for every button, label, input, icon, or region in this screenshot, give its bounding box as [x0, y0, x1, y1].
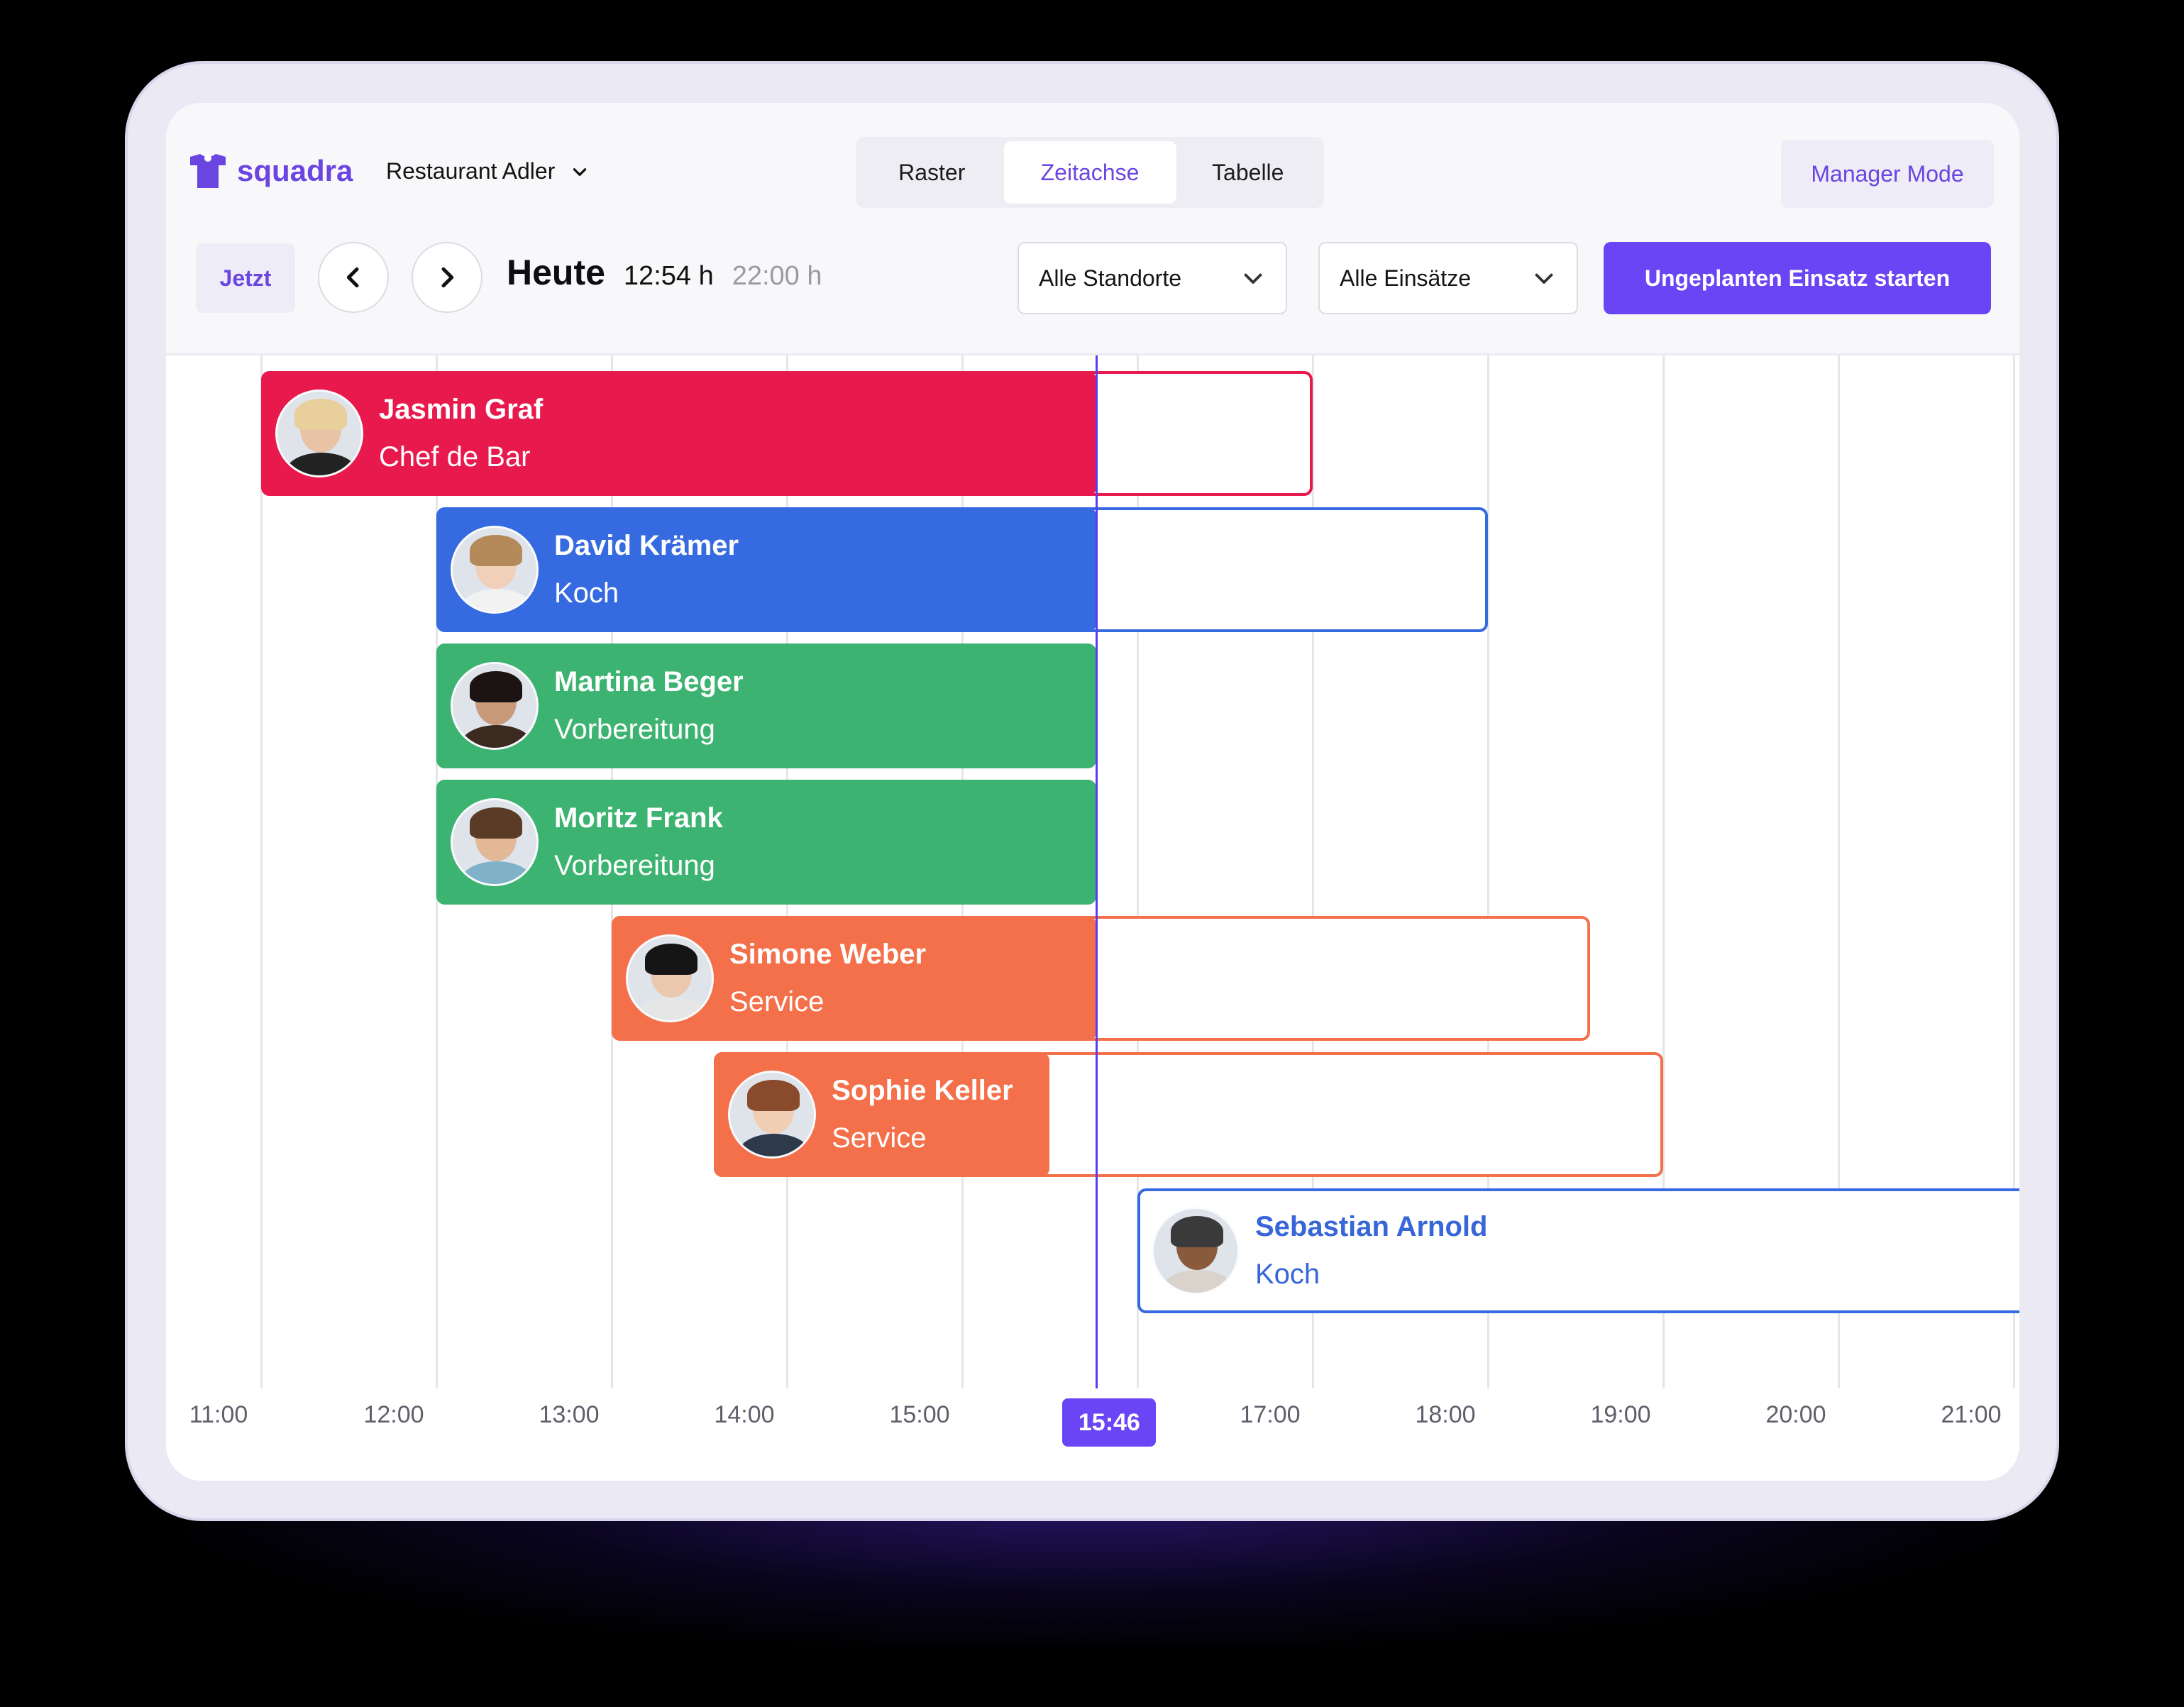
employee-role: Vorbereitung [554, 850, 715, 881]
employee-name: Sophie Keller [832, 1075, 1013, 1106]
shift-elapsed-fill: Jasmin Graf Chef de Bar [261, 371, 1097, 496]
time-tick-label: 21:00 [1941, 1401, 2002, 1428]
shift-bar[interactable]: Martina Beger Vorbereitung [436, 643, 1097, 768]
shift-bar[interactable]: Simone Weber Service [612, 916, 1591, 1041]
avatar [1152, 1207, 1240, 1295]
employee-name: Simone Weber [729, 939, 927, 970]
tab-raster[interactable]: Raster [860, 141, 1004, 204]
employee-role: Service [729, 986, 824, 1017]
previous-day-button[interactable] [318, 242, 389, 313]
employee-role: Vorbereitung [554, 714, 715, 745]
shift-filter[interactable]: Alle Einsätze [1318, 242, 1578, 314]
shift-elapsed-fill: Sebastian Arnold Koch [1137, 1188, 2019, 1313]
shift-text: Moritz Frank Vorbereitung [554, 802, 723, 882]
start-unplanned-shift-button[interactable]: Ungeplanten Einsatz starten [1604, 242, 1991, 314]
location-filter-value: Alle Standorte [1039, 265, 1182, 291]
shift-text: Sebastian Arnold Koch [1255, 1211, 1487, 1291]
shift-text: Simone Weber Service [729, 939, 926, 1018]
location-name: Restaurant Adler [386, 158, 556, 184]
day-label: Heute [507, 253, 605, 292]
location-filter[interactable]: Alle Standorte [1017, 242, 1287, 314]
employee-role: Service [832, 1122, 927, 1154]
shift-elapsed-fill: Martina Beger Vorbereitung [436, 643, 1097, 768]
avatar [451, 526, 539, 614]
employee-role: Koch [554, 578, 619, 609]
shift-filter-value: Alle Einsätze [1340, 265, 1471, 291]
time-tick-label: 18:00 [1415, 1401, 1476, 1428]
shift-bar[interactable]: David Krämer Koch [436, 507, 1488, 632]
time-tick-label: 11:00 [189, 1401, 248, 1428]
manager-mode-button[interactable]: Manager Mode [1781, 140, 1994, 208]
date-display: Heute 12:54 h 22:00 h [507, 252, 822, 293]
current-time-line [1096, 355, 1098, 1388]
time-tick-label: 15:00 [889, 1401, 950, 1428]
shift-bar[interactable]: Moritz Frank Vorbereitung [436, 780, 1097, 905]
shift-bar[interactable]: Sophie Keller Service [714, 1052, 1663, 1177]
time-tick-label: 13:00 [539, 1401, 600, 1428]
brand-logo[interactable]: squadra [187, 153, 353, 189]
shift-text: Martina Beger Vorbereitung [554, 666, 744, 746]
shift-text: David Krämer Koch [554, 530, 739, 609]
shift-timeline: 11:00 12:00 13:00 14:00 15:00 17:00 18:00 19:00… [166, 355, 2019, 1481]
time-tick-label: 14:00 [714, 1401, 775, 1428]
chevron-right-icon [441, 267, 454, 288]
shift-text: Jasmin Graf Chef de Bar [379, 394, 543, 473]
next-day-button[interactable] [412, 242, 482, 313]
shift-elapsed-fill: Sophie Keller Service [714, 1052, 1050, 1177]
shift-elapsed-fill: Moritz Frank Vorbereitung [436, 780, 1097, 905]
shift-elapsed-fill: David Krämer Koch [436, 507, 1097, 632]
chevron-down-icon [573, 167, 587, 176]
employee-name: Martina Beger [554, 666, 744, 697]
location-selector[interactable]: Restaurant Adler [386, 158, 589, 184]
chevron-down-icon [1535, 273, 1553, 284]
end-time: 22:00 h [732, 261, 822, 291]
time-tick-label: 19:00 [1590, 1401, 1651, 1428]
shirt-logo-icon [190, 154, 226, 188]
time-tick-label: 12:00 [363, 1401, 424, 1428]
employee-name: Moritz Frank [554, 802, 723, 834]
chevron-left-icon [346, 267, 359, 288]
employee-role: Koch [1255, 1259, 1320, 1290]
shift-bar[interactable]: Sebastian Arnold Koch [1137, 1188, 2019, 1313]
employee-role: Chef de Bar [379, 441, 531, 473]
now-button[interactable]: Jetzt [196, 243, 295, 313]
avatar [626, 934, 714, 1022]
tab-tabelle[interactable]: Tabelle [1176, 141, 1320, 204]
hour-gridline [260, 355, 263, 1388]
app-header: squadra Restaurant Adler Raster Zeitachs… [166, 103, 2019, 355]
chevron-down-icon [1244, 273, 1262, 284]
shift-text: Sophie Keller Service [832, 1075, 1013, 1154]
time-tick-label: 17:00 [1240, 1401, 1301, 1428]
shift-bar[interactable]: Jasmin Graf Chef de Bar [261, 371, 1313, 496]
avatar [275, 390, 363, 477]
avatar [451, 798, 539, 886]
view-tabs: Raster Zeitachse Tabelle [856, 137, 1324, 208]
avatar [451, 662, 539, 750]
brand-name: squadra [237, 154, 353, 187]
start-time: 12:54 h [623, 261, 714, 291]
time-tick-label: 20:00 [1765, 1401, 1826, 1428]
current-time-badge: 15:46 [1062, 1398, 1157, 1447]
tab-zeitachse[interactable]: Zeitachse [1003, 141, 1176, 204]
employee-name: David Krämer [554, 530, 739, 561]
employee-name: Jasmin Graf [379, 394, 544, 425]
avatar [728, 1071, 817, 1159]
employee-name: Sebastian Arnold [1255, 1211, 1488, 1242]
app-screen: squadra Restaurant Adler Raster Zeitachs… [166, 103, 2019, 1481]
shift-elapsed-fill: Simone Weber Service [612, 916, 1097, 1041]
